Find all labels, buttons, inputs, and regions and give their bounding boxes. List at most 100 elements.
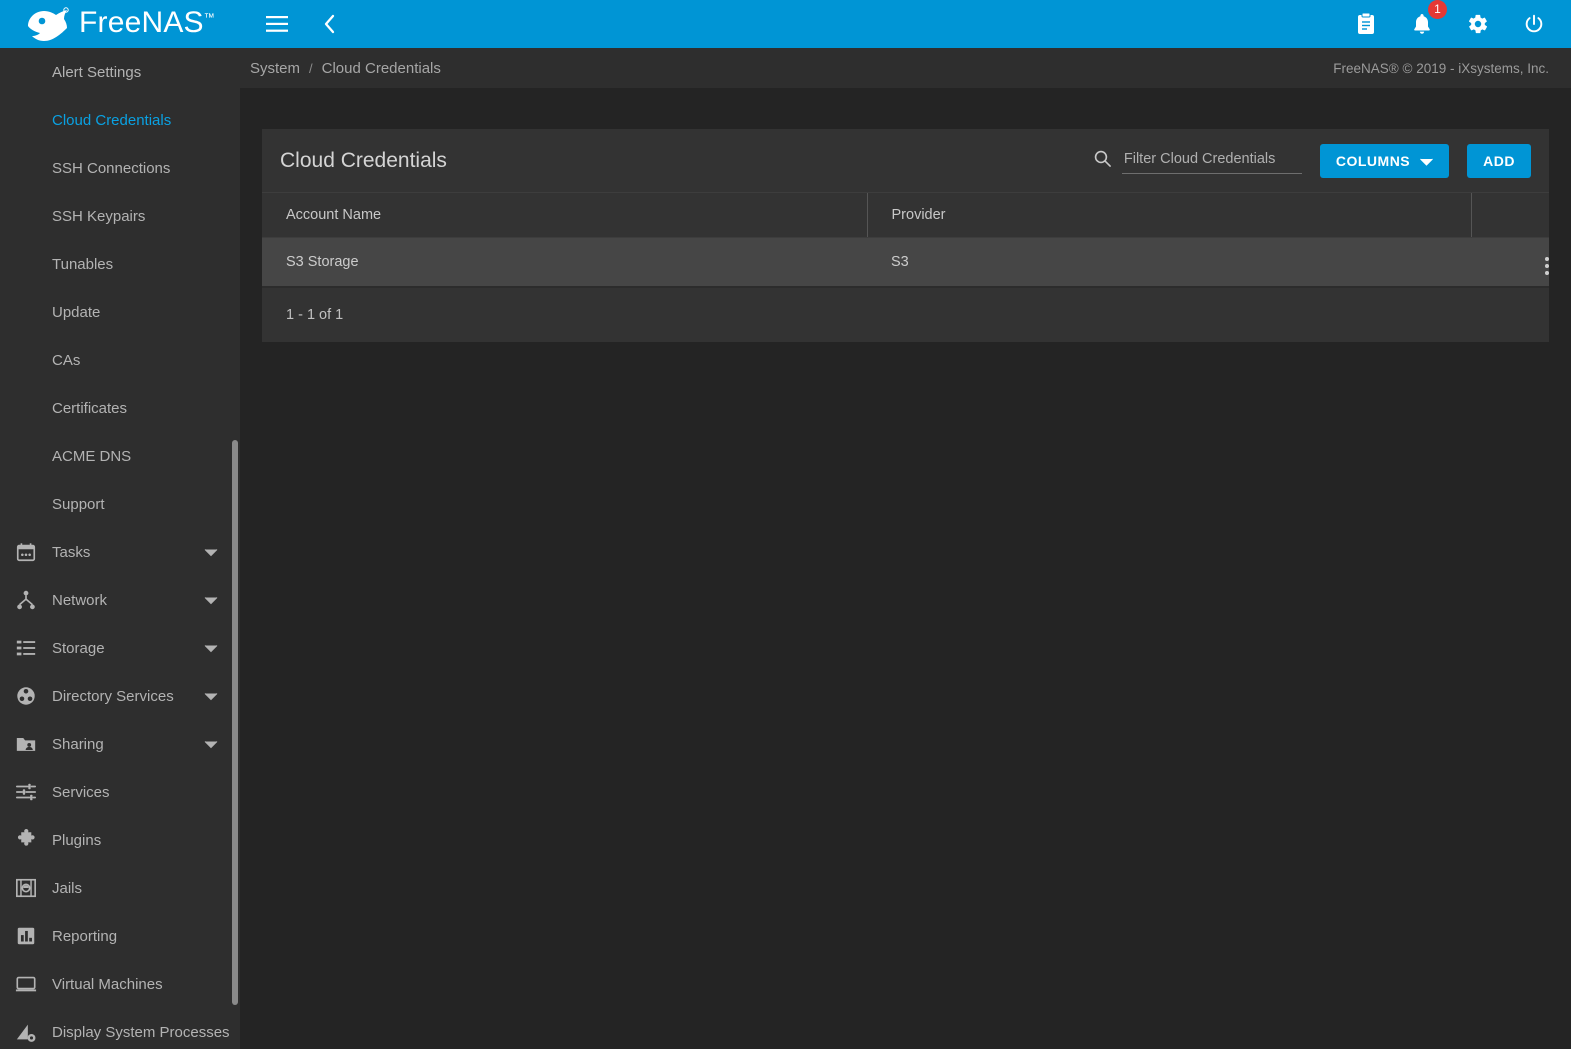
sidebar-item-label: Sharing [52,735,104,753]
sidebar-item-network[interactable]: Network [0,576,240,624]
top-app-bar: FreeNAS™ 1 [0,0,1571,48]
main-content: System / Cloud Credentials FreeNAS® © 20… [240,48,1571,1049]
chevron-down-icon[interactable] [204,740,218,749]
sharing-folder-icon [14,732,38,756]
breadcrumb-current: Cloud Credentials [321,59,441,77]
sidebar-item-cloud-credentials[interactable]: Cloud Credentials [0,96,240,144]
table-body: S3 Storage S3 [262,237,1549,286]
search-icon[interactable] [1093,149,1112,173]
sidebar-item-cas[interactable]: CAs [0,336,240,384]
sidebar-item-services[interactable]: Services [0,768,240,816]
column-header-account-name[interactable]: Account Name [262,192,867,238]
chevron-down-icon[interactable] [204,644,218,653]
sidebar-item-directory-services[interactable]: Directory Services [0,672,240,720]
sidebar-item-ssh-connections[interactable]: SSH Connections [0,144,240,192]
add-button[interactable]: ADD [1467,143,1531,178]
sidebar-item-update[interactable]: Update [0,288,240,336]
cloud-credentials-card: Cloud Credentials COLUMNS [262,129,1549,342]
sidebar-item-acme-dns[interactable]: ACME DNS [0,432,240,480]
pagination-info: 1 - 1 of 1 [262,285,1549,342]
brand-logo[interactable]: FreeNAS™ [0,0,240,48]
breadcrumb: System / Cloud Credentials [250,60,441,77]
network-icon [14,588,38,612]
monitor-icon [14,972,38,996]
sidebar-item-label: Support [52,495,105,513]
brand-name: FreeNAS™ [79,6,215,39]
chevron-down-icon [1420,153,1434,169]
columns-button[interactable]: COLUMNS [1319,143,1450,178]
sidebar-item-label: Services [52,783,110,801]
page-content: Cloud Credentials COLUMNS [240,89,1571,342]
chevron-down-icon[interactable] [204,596,218,605]
table-header-row: Account Name Provider [262,192,1549,238]
power-icon[interactable] [1519,9,1549,39]
sidebar-item-ssh-keypairs[interactable]: SSH Keypairs [0,192,240,240]
sliders-icon [14,780,38,804]
chevron-down-icon[interactable] [204,692,218,701]
cell-provider: S3 [867,237,1471,286]
sidebar-item-storage[interactable]: Storage [0,624,240,672]
column-header-actions [1470,192,1549,238]
card-toolbar: COLUMNS ADD [1093,143,1531,178]
sidebar-item-label: Virtual Machines [52,975,163,993]
sidebar-item-label: SSH Keypairs [52,207,146,225]
card-header: Cloud Credentials COLUMNS [262,129,1549,192]
breadcrumb-separator: / [309,60,313,76]
sidebar-item-label: ACME DNS [52,447,132,465]
sidebar-item-jails[interactable]: Jails [0,864,240,912]
chevron-left-icon[interactable] [314,9,344,39]
chevron-down-icon[interactable] [204,548,218,557]
sidebar-scrollbar[interactable] [232,440,238,1005]
sidebar-item-label: Jails [52,879,83,897]
gear-icon[interactable] [1463,9,1493,39]
sidebar-nav-list: Alert Settings Cloud Credentials SSH Conne… [0,48,240,1049]
cell-account-name: S3 Storage [262,237,867,286]
sidebar-item-sharing[interactable]: Sharing [0,720,240,768]
breadcrumb-bar: System / Cloud Credentials FreeNAS® © 20… [240,48,1571,89]
table-row[interactable]: S3 Storage S3 [262,237,1549,286]
sidebar-item-label: Update [52,303,101,321]
sidebar-item-tasks[interactable]: Tasks [0,528,240,576]
storage-list-icon [14,636,38,660]
table-header: Account Name Provider [262,192,1549,238]
sidebar-item-label: Reporting [52,927,118,945]
kebab-menu-icon[interactable] [1545,256,1549,275]
processes-gear-icon [14,1020,38,1044]
cell-actions [1471,237,1549,286]
sidebar-item-label: SSH Connections [52,159,171,177]
sidebar-item-reporting[interactable]: Reporting [0,912,240,960]
notification-badge: 1 [1428,0,1447,19]
sidebar-item-display-system-processes[interactable]: Display System Processes [0,1008,240,1049]
sidebar-navigation[interactable]: Alert Settings Cloud Credentials SSH Conne… [0,48,240,1049]
calendar-icon [14,540,38,564]
bar-chart-icon [14,924,38,948]
columns-button-label: COLUMNS [1335,152,1411,169]
sidebar-item-support[interactable]: Support [0,480,240,528]
directory-services-icon [14,684,38,708]
cloud-credentials-table: Account Name Provider S3 Storage S3 [262,192,1549,286]
sidebar-item-label: Tunables [52,255,114,273]
sidebar-item-label: Certificates [52,399,128,417]
sidebar-item-tunables[interactable]: Tunables [0,240,240,288]
puzzle-piece-icon [14,828,38,852]
clipboard-icon[interactable] [1351,9,1381,39]
sidebar-item-label: Display System Processes [52,1023,230,1041]
sidebar-item-label: CAs [52,351,81,369]
sidebar-item-label: Storage [52,639,105,657]
filter-group [1093,147,1302,174]
hamburger-menu-icon[interactable] [262,9,292,39]
column-header-provider[interactable]: Provider [866,192,1471,238]
sidebar-item-label: Directory Services [52,687,174,705]
copyright-text: FreeNAS® © 2019 - iXsystems, Inc. [1333,60,1549,76]
search-input[interactable] [1121,147,1302,174]
sidebar-item-plugins[interactable]: Plugins [0,816,240,864]
page-title: Cloud Credentials [280,148,447,172]
sidebar-item-label: Plugins [52,831,102,849]
breadcrumb-parent[interactable]: System [250,60,300,77]
sidebar-item-alert-settings[interactable]: Alert Settings [0,48,240,96]
sidebar-item-certificates[interactable]: Certificates [0,384,240,432]
sidebar-item-label: Alert Settings [52,63,142,81]
sidebar-item-virtual-machines[interactable]: Virtual Machines [0,960,240,1008]
bell-icon[interactable]: 1 [1407,0,1447,39]
sidebar-item-label: Cloud Credentials [52,111,172,129]
